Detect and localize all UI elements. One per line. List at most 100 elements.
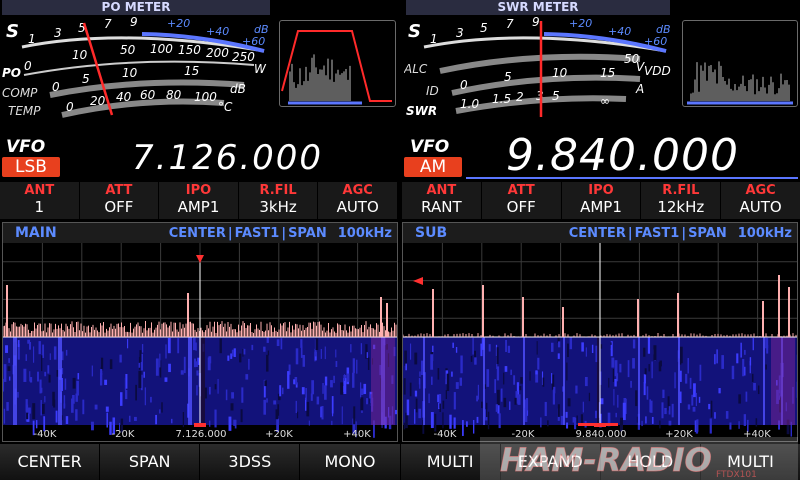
axis-label: -40K <box>433 429 457 440</box>
scope-info: CENTER | FAST1 | SPAN 100kHz <box>568 226 793 241</box>
temp-tick-80: 80 <box>166 88 182 102</box>
setting-value: AUTO <box>739 198 782 216</box>
setting-value: OFF <box>506 198 536 216</box>
po-tick-0: 0 <box>24 59 32 73</box>
temp-tick-60: 60 <box>140 88 156 102</box>
setting-value: AMP1 <box>177 198 220 216</box>
scope-sub-header: SUB CENTER | FAST1 | SPAN 100kHz <box>403 223 797 243</box>
scope-span-value[interactable]: 100kHz <box>737 226 793 241</box>
swr-meter-dial: S 1 3 5 7 9 +20 +40 +60 dB ALC ID 0 5 10… <box>404 15 671 118</box>
setting-value: 12kHz <box>657 198 705 216</box>
vfo-main-mode-badge[interactable]: LSB <box>2 157 60 177</box>
id-tick-5: 5 <box>504 70 512 84</box>
vfo-main-label: VFO <box>6 137 46 157</box>
s-tick-60: +60 <box>644 35 667 48</box>
s-label: S <box>408 21 421 42</box>
setting-label: AGC <box>745 183 776 198</box>
setting-value: AUTO <box>336 198 379 216</box>
scope-main-display[interactable] <box>3 243 397 441</box>
temp-label: TEMP <box>8 104 41 118</box>
setting-ant[interactable]: ANT RANT <box>402 182 482 219</box>
scope-sub-display[interactable] <box>403 243 797 441</box>
swr-tick-2: 2 <box>516 90 524 104</box>
scope-speed[interactable]: FAST1 <box>634 226 681 241</box>
s-tick-1: 1 <box>28 32 36 46</box>
vfo-sub-label: VFO <box>410 137 450 157</box>
axis-label: +40K <box>743 429 771 440</box>
setting-agc[interactable]: AGC AUTO <box>318 182 397 219</box>
axis-center-frequency: 9.840.000 <box>575 429 627 440</box>
id-tick-0: 0 <box>460 78 468 92</box>
db-label: dB <box>656 23 671 36</box>
expand-button[interactable]: EXPAND <box>500 444 601 480</box>
hold-button[interactable]: HOLD <box>600 444 701 480</box>
po-tick-250: 250 <box>232 50 255 64</box>
po-tick-100: 100 <box>150 42 173 56</box>
setting-value: AMP1 <box>580 198 622 216</box>
setting-att[interactable]: ATT OFF <box>482 182 562 219</box>
comp-unit: dB <box>230 82 246 96</box>
axis-label: +20K <box>665 429 693 440</box>
id-unit: A <box>635 82 644 96</box>
vfo-sub-frequency[interactable]: 9.840.000 <box>506 130 739 181</box>
swr-meter-title: SWR METER <box>406 0 670 15</box>
po-unit: W <box>254 62 267 76</box>
setting-label: ATT <box>105 183 133 198</box>
setting-value: 1 <box>34 198 45 216</box>
scope-main[interactable]: MAIN CENTER | FAST1 | SPAN 100kHz -40K -20K … <box>2 222 398 442</box>
comp-label: COMP <box>2 86 38 100</box>
axis-label: -20K <box>111 429 135 440</box>
scope-mode[interactable]: CENTER <box>568 226 627 241</box>
scope-sub[interactable]: SUB CENTER | FAST1 | SPAN 100kHz -40K -20K 9… <box>402 222 798 442</box>
swr-tick-inf: ∞ <box>600 94 610 108</box>
temp-unit: °C <box>218 100 233 114</box>
span-button[interactable]: SPAN <box>100 444 201 480</box>
po-tick-50: 50 <box>120 43 136 57</box>
s-tick-20: +20 <box>569 17 592 30</box>
setting-ant[interactable]: ANT 1 <box>0 182 80 219</box>
s-tick-40: +40 <box>608 25 631 38</box>
scope-speed[interactable]: FAST1 <box>234 226 281 241</box>
vfo-sub-mode-badge[interactable]: AM <box>404 157 462 177</box>
setting-ipo[interactable]: IPO AMP1 <box>159 182 239 219</box>
multi-button[interactable]: MULTI <box>400 444 501 480</box>
mono-button[interactable]: MONO <box>300 444 401 480</box>
s-tick-7: 7 <box>104 17 112 31</box>
setting-label: IPO <box>185 183 212 198</box>
setting-label: R.FIL <box>662 183 700 198</box>
setting-ipo[interactable]: IPO AMP1 <box>562 182 642 219</box>
comp-tick-5: 5 <box>82 72 90 86</box>
multi-button-2[interactable]: MULTI <box>700 444 800 480</box>
swr-label: SWR <box>406 104 437 118</box>
swr-tick-5: 5 <box>552 89 560 103</box>
setting-label: ANT <box>24 183 55 198</box>
separator: | <box>227 226 233 241</box>
setting-att[interactable]: ATT OFF <box>80 182 160 219</box>
3dss-button[interactable]: 3DSS <box>200 444 301 480</box>
scope-name: SUB <box>415 225 448 241</box>
s-tick-3: 3 <box>456 26 464 40</box>
comp-tick-0: 0 <box>52 80 60 94</box>
po-meter-dial: S 1 3 5 7 9 +20 +40 +60 dB PO 0 10 50 10… <box>2 15 269 118</box>
comp-tick-10: 10 <box>122 66 138 80</box>
po-label: PO <box>2 66 21 80</box>
setting-label: AGC <box>342 183 373 198</box>
scope-name: MAIN <box>15 225 57 241</box>
comp-tick-15: 15 <box>184 64 199 78</box>
po-tick-200: 200 <box>206 46 229 60</box>
setting-agc[interactable]: AGC AUTO <box>721 182 800 219</box>
vfo-main-settings: ANT 1 ATT OFF IPO AMP1 R.FIL 3kHz AGC AUTO <box>0 182 397 219</box>
scope-span-value[interactable]: 100kHz <box>337 226 393 241</box>
vfo-main-frequency[interactable]: 7.126.000 <box>132 138 323 178</box>
scope-mode[interactable]: CENTER <box>168 226 227 241</box>
s-tick-20: +20 <box>167 17 190 30</box>
po-tick-10: 10 <box>72 48 88 62</box>
s-tick-40: +40 <box>206 25 229 38</box>
alc-label: ALC <box>404 62 428 76</box>
axis-center-frequency: 7.126.000 <box>175 429 227 440</box>
center-button[interactable]: CENTER <box>0 444 101 480</box>
setting-rfil[interactable]: R.FIL 3kHz <box>239 182 319 219</box>
function-bar: CENTER SPAN 3DSS MONO MULTI EXPAND HOLD … <box>0 444 800 480</box>
vdd-label: VDD <box>644 64 671 78</box>
setting-rfil[interactable]: R.FIL 12kHz <box>641 182 722 219</box>
